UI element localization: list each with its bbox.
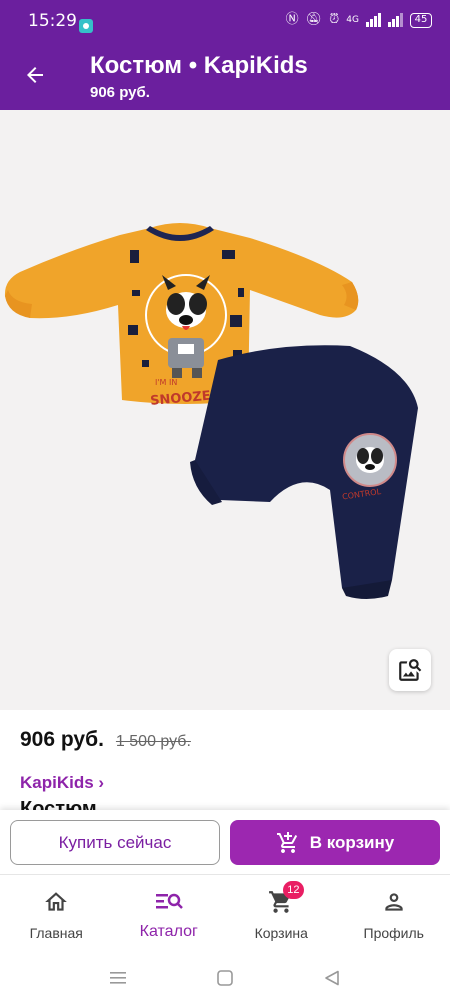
price-row: 906 руб. 1 500 руб.	[20, 728, 191, 752]
brand-link[interactable]: KapiKids ›	[20, 773, 104, 793]
old-price: 1 500 руб.	[115, 733, 191, 750]
system-navigation-bar	[0, 956, 450, 1000]
nav-item-profile[interactable]: Профиль	[338, 875, 450, 956]
profile-icon	[379, 887, 409, 917]
pants-illustration	[190, 345, 418, 599]
recent-apps-button[interactable]	[104, 964, 132, 992]
home-icon	[41, 887, 71, 917]
back-button[interactable]	[14, 54, 56, 96]
nav-label-cart: Корзина	[254, 925, 308, 941]
square-icon	[217, 970, 233, 986]
product-image[interactable]: I'M IN SNOOZE CONTROL CONTROL	[0, 110, 450, 710]
status-icons: Ⓝ 🔕︎ ⏰︎ 4G 45	[286, 12, 432, 28]
add-to-cart-label: В корзину	[309, 832, 395, 852]
triangle-back-icon	[325, 970, 339, 986]
battery-indicator: 45	[410, 12, 432, 28]
image-search-icon	[399, 659, 422, 681]
app-notification-icon	[79, 19, 93, 33]
signal-icon-2	[388, 13, 403, 27]
status-time: 15:29	[28, 11, 77, 31]
nav-item-home[interactable]: Главная	[0, 875, 113, 956]
alarm-icon: ⏰︎	[329, 12, 340, 27]
bottom-navigation: Главная Каталог 12 Корзина Профиль	[0, 874, 450, 956]
nav-label-profile: Профиль	[363, 925, 424, 941]
catalog-icon	[154, 887, 184, 917]
current-price: 906 руб.	[20, 728, 104, 751]
signal-icon	[366, 13, 381, 27]
buy-now-button[interactable]: Купить сейчас	[10, 820, 220, 865]
add-to-cart-icon	[276, 831, 297, 853]
system-back-button[interactable]	[318, 964, 346, 992]
print-text-small: I'M IN	[155, 378, 177, 387]
status-bar: 15:29 Ⓝ 🔕︎ ⏰︎ 4G 45	[0, 0, 450, 40]
nav-label-home: Главная	[29, 925, 83, 941]
nfc-icon: Ⓝ	[285, 12, 299, 27]
menu-icon	[110, 972, 126, 984]
cart-badge: 12	[283, 881, 304, 899]
page-title: Костюм • KapiKids	[90, 52, 308, 79]
nav-label-catalog: Каталог	[139, 923, 198, 940]
mute-icon: 🔕︎	[305, 12, 323, 27]
cart-icon: 12	[266, 881, 304, 917]
product-name: Костюм	[20, 798, 97, 810]
home-system-button[interactable]	[211, 964, 239, 992]
network-type-label: 4G	[346, 15, 359, 25]
nav-item-catalog[interactable]: Каталог	[113, 875, 226, 956]
product-photo: I'M IN SNOOZE CONTROL CONTROL	[4, 223, 418, 599]
add-to-cart-button[interactable]: В корзину	[230, 820, 440, 865]
gallery-button[interactable]	[389, 649, 431, 691]
page-subtitle: 906 руб.	[90, 84, 150, 101]
nav-item-cart[interactable]: 12 Корзина	[225, 875, 338, 956]
app-bar: Костюм • KapiKids 906 руб.	[0, 40, 450, 110]
back-arrow-icon	[27, 67, 43, 83]
action-bar: Купить сейчас В корзину	[0, 810, 450, 874]
